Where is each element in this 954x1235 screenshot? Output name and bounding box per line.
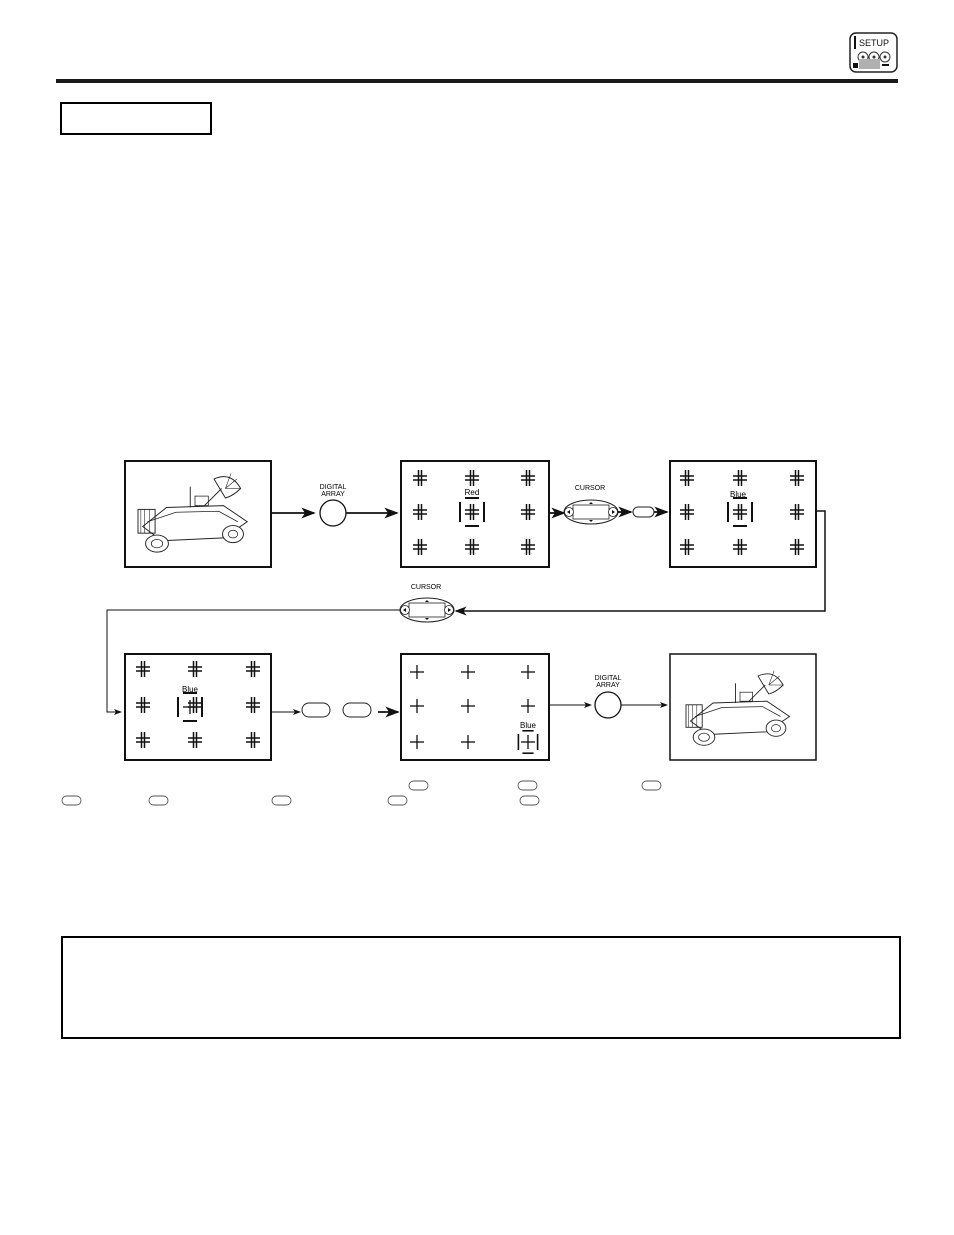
screen-convergence-red: Red (400, 460, 550, 568)
note-box (61, 936, 901, 1039)
digital-array-button-2[interactable]: DIGITAL ARRAY (594, 675, 622, 719)
screen-convergence-blue-2: Blue (124, 653, 272, 761)
color-label-blue: Blue (520, 721, 537, 730)
cursor-pad-1[interactable]: CURSOR (563, 485, 619, 525)
color-label-blue: Blue (730, 490, 747, 499)
remote-button[interactable] (342, 702, 372, 718)
convergence-diagram: DIGITAL ARRAY Red CURSOR Blue CURSOR Blu… (61, 460, 826, 806)
digital-array-label: DIGITAL (320, 484, 347, 491)
digital-array-label: ARRAY (596, 682, 620, 689)
remote-button[interactable] (301, 702, 331, 718)
cursor-label: CURSOR (411, 584, 441, 591)
color-label-blue: Blue (182, 685, 199, 694)
inline-button-icons (61, 780, 662, 806)
screen-convergence-final: Blue (400, 653, 550, 761)
remote-button[interactable] (632, 506, 655, 518)
screen-convergence-blue-1: Blue (669, 460, 817, 568)
cursor-label: CURSOR (575, 485, 605, 492)
digital-array-label: ARRAY (321, 491, 345, 498)
color-label-red: Red (465, 488, 480, 497)
cursor-pad-2[interactable]: CURSOR (399, 584, 455, 623)
screen-picture-after (669, 653, 817, 761)
digital-array-button-1[interactable]: DIGITAL ARRAY (319, 484, 347, 527)
digital-array-label: DIGITAL (595, 675, 622, 682)
screen-picture-before (124, 460, 272, 568)
